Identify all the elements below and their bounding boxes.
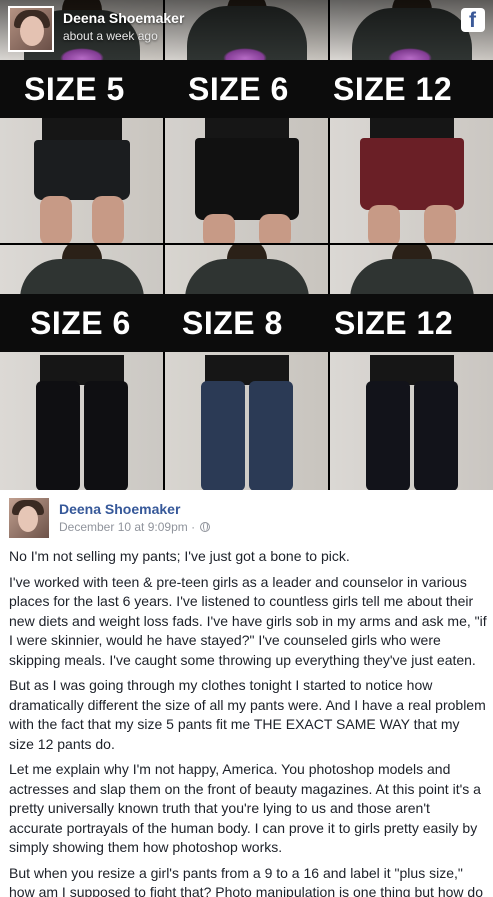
post-header: Deena Shoemaker December 10 at 9:09pm · xyxy=(0,490,493,542)
size-label: SIZE 6 xyxy=(188,71,289,107)
post-meta: December 10 at 9:09pm · xyxy=(59,520,211,534)
size-banner-top: SIZE 5 SIZE 6 SIZE 12 xyxy=(0,60,493,118)
post-paragraph: But when you resize a girl's pants from … xyxy=(9,864,483,897)
photo-size-6-jeans[interactable] xyxy=(0,245,163,490)
globe-icon[interactable] xyxy=(200,522,211,532)
size-label: SIZE 5 xyxy=(24,71,125,107)
photo-collage[interactable]: SIZE 5 SIZE 6 SIZE 12 SIZE 6 SIZE 8 SIZE… xyxy=(0,0,493,490)
post-date[interactable]: December 10 at 9:09pm xyxy=(59,520,188,534)
size-label: SIZE 12 xyxy=(334,305,454,341)
overlay-timestamp[interactable]: about a week ago xyxy=(63,29,158,43)
photo-size-12-jeans[interactable] xyxy=(330,245,493,490)
size-label: SIZE 6 xyxy=(30,305,131,341)
avatar[interactable] xyxy=(9,498,49,538)
size-label: SIZE 12 xyxy=(333,71,453,107)
post-paragraph: But as I was going through my clothes to… xyxy=(9,677,486,752)
size-label: SIZE 8 xyxy=(182,305,283,341)
facebook-icon: f xyxy=(461,8,485,32)
post-paragraph: No I'm not selling my pants; I've just g… xyxy=(9,548,350,564)
overlay-author-name[interactable]: Deena Shoemaker xyxy=(63,10,184,26)
avatar[interactable] xyxy=(8,6,54,52)
size-banner-bottom: SIZE 6 SIZE 8 SIZE 12 xyxy=(0,294,493,352)
photo-size-8-jeans[interactable] xyxy=(165,245,328,490)
post-paragraph: Let me explain why I'm not happy, Americ… xyxy=(9,761,481,855)
post-body: No I'm not selling my pants; I've just g… xyxy=(9,547,487,897)
post-paragraph: I've worked with teen & pre-teen girls a… xyxy=(9,573,487,668)
post-author-name[interactable]: Deena Shoemaker xyxy=(59,501,180,517)
meta-separator: · xyxy=(191,520,196,534)
